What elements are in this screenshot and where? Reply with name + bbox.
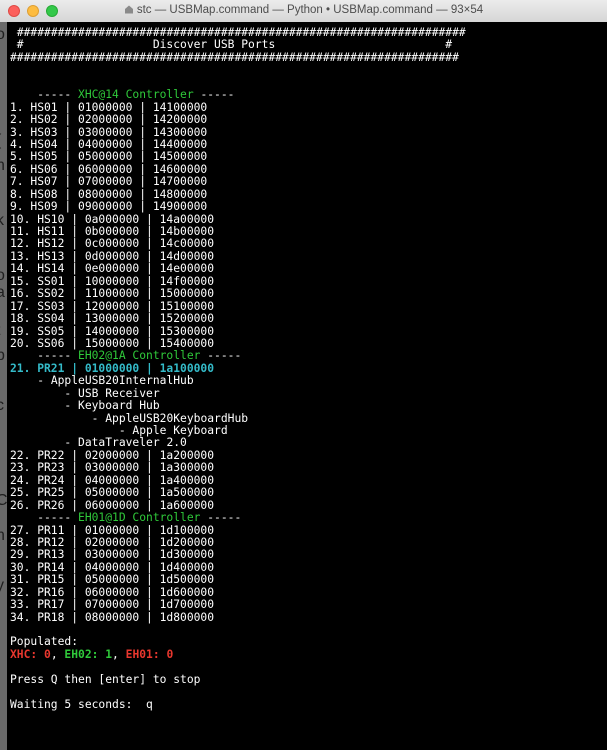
- background-text-glyph: ,: [0, 432, 7, 450]
- controller-name: EH01@1D Controller: [78, 511, 201, 525]
- stop-prompt-text: Press Q then [enter] to stop: [10, 672, 201, 686]
- populated-count: EH02: 1: [64, 647, 113, 661]
- port-entry: 18. SS04 | 13000000 | 15200000: [10, 312, 215, 326]
- waiting-status: Waiting 5 seconds: q: [10, 697, 466, 711]
- separator: ,: [112, 647, 126, 661]
- port-entry: 23. PR23 | 03000000 | 1a300000: [10, 461, 215, 475]
- port-row: 34. PR18 | 08000000 | 1d800000: [10, 610, 466, 624]
- populated-count: XHC: 0: [10, 647, 51, 661]
- port-entry: 16. SS02 | 11000000 | 15000000: [10, 287, 215, 301]
- port-entry: 31. PR15 | 05000000 | 1d500000: [10, 573, 215, 587]
- header-title-text: # Discover USB Ports #: [10, 38, 453, 52]
- port-entry: 3. HS03 | 03000000 | 14300000: [10, 125, 208, 139]
- port-entry: 12. HS12 | 0c000000 | 14c00000: [10, 237, 215, 251]
- window-title-bar-text: stc — USBMap.command — Python • USBMap.c…: [0, 4, 607, 16]
- background-text-glyph: C: [0, 492, 8, 509]
- port-entry: 20. SS06 | 15000000 | 15400000: [10, 336, 215, 350]
- background-text-glyph: y: [0, 577, 4, 594]
- background-text-glyph: k: [0, 212, 4, 229]
- port-entry: 4. HS04 | 04000000 | 14400000: [10, 137, 208, 151]
- port-entry: 13. HS13 | 0d000000 | 14d00000: [10, 249, 215, 263]
- port-entry: 32. PR16 | 06000000 | 1d600000: [10, 585, 215, 599]
- populated-label-text: Populated:: [10, 635, 79, 649]
- waiting-status-text: Waiting 5 seconds: q: [10, 697, 153, 711]
- port-entry: 8. HS08 | 08000000 | 14800000: [10, 187, 208, 201]
- terminal-window: stc — USBMap.command — Python • USBMap.c…: [0, 0, 607, 750]
- header-rule: ########################################…: [10, 50, 466, 64]
- port-entry: 27. PR11 | 01000000 | 1d100000: [10, 523, 215, 537]
- port-entry: 7. HS07 | 07000000 | 14700000: [10, 175, 208, 189]
- window-title: stc — USBMap.command — Python • USBMap.c…: [136, 4, 484, 16]
- background-text-glyph: p: [0, 347, 5, 364]
- header-rule-text: ########################################…: [10, 50, 459, 64]
- port-entry: 33. PR17 | 07000000 | 1d700000: [10, 598, 215, 612]
- port-entry: 19. SS05 | 14000000 | 15300000: [10, 324, 215, 338]
- port-entry: 11. HS11 | 0b000000 | 14b00000: [10, 225, 215, 238]
- port-entry: 14. HS14 | 0e000000 | 14e00000: [10, 262, 215, 276]
- port-entry: 15. SS01 | 10000000 | 14f00000: [10, 274, 215, 288]
- background-text-glyph: .: [0, 372, 7, 390]
- port-entry: 17. SS03 | 12000000 | 15100000: [10, 299, 215, 313]
- populated-counts: XHC: 0, EH02: 1, EH01: 0: [10, 647, 466, 661]
- background-text-glyph: o: [0, 26, 5, 43]
- background-window-edge: o(nkoatp.c,'Cny: [0, 22, 8, 750]
- stop-prompt: Press Q then [enter] to stop: [10, 672, 466, 686]
- port-entry: 24. PR24 | 04000000 | 1a400000: [10, 473, 215, 487]
- background-text-glyph: n: [0, 527, 5, 544]
- port-entry: 26. PR26 | 06000000 | 1a600000: [10, 498, 215, 512]
- controller-name: EH02@1A Controller: [78, 349, 201, 363]
- separator: ,: [50, 647, 65, 661]
- port-entry: 25. PR25 | 05000000 | 1a500000: [10, 486, 215, 500]
- header-rule-text: ########################################…: [16, 26, 466, 39]
- port-entry: 28. PR12 | 02000000 | 1d200000: [10, 535, 215, 549]
- device-name: - AppleUSB20InternalHub: [37, 374, 194, 388]
- background-text-glyph: (: [0, 132, 7, 150]
- background-text-glyph: t: [0, 322, 7, 340]
- device-name: - Keyboard Hub: [64, 399, 160, 413]
- port-entry: 22. PR22 | 02000000 | 1a200000: [10, 448, 215, 462]
- terminal-view[interactable]: ########################################…: [7, 22, 607, 750]
- port-entry: 34. PR18 | 08000000 | 1d800000: [10, 610, 215, 624]
- port-entry: 29. PR13 | 03000000 | 1d300000: [10, 548, 215, 562]
- title-bar[interactable]: stc — USBMap.command — Python • USBMap.c…: [0, 0, 607, 23]
- port-entry: 10. HS10 | 0a000000 | 14a00000: [10, 212, 215, 226]
- port-entry: 6. HS06 | 06000000 | 14600000: [10, 162, 208, 176]
- background-text-glyph: a: [0, 284, 5, 301]
- device-name: - AppleUSB20KeyboardHub: [91, 411, 249, 425]
- active-port-entry: 21. PR21 | 01000000 | 1a100000: [10, 361, 215, 375]
- home-folder-icon: [124, 5, 133, 14]
- port-entry: 9. HS09 | 09000000 | 14900000: [10, 200, 208, 214]
- terminal-output: ########################################…: [10, 26, 466, 711]
- port-entry: 2. HS02 | 02000000 | 14200000: [10, 113, 208, 127]
- background-text-glyph: o: [0, 267, 5, 284]
- background-text-glyph: c: [0, 397, 4, 414]
- port-entry: 30. PR14 | 04000000 | 1d400000: [10, 560, 215, 574]
- device-name: - DataTraveler 2.0: [64, 436, 187, 450]
- port-entry: 1. HS01 | 01000000 | 14100000: [10, 100, 208, 114]
- device-name: - USB Receiver: [64, 386, 160, 400]
- background-text-glyph: ': [0, 462, 7, 480]
- populated-count: EH01: 0: [125, 647, 174, 661]
- device-name: - Apple Keyboard: [118, 424, 228, 437]
- controller-name: XHC@14 Controller: [78, 88, 194, 102]
- background-text-glyph: n: [0, 157, 5, 174]
- port-entry: 5. HS05 | 05000000 | 14500000: [10, 150, 208, 164]
